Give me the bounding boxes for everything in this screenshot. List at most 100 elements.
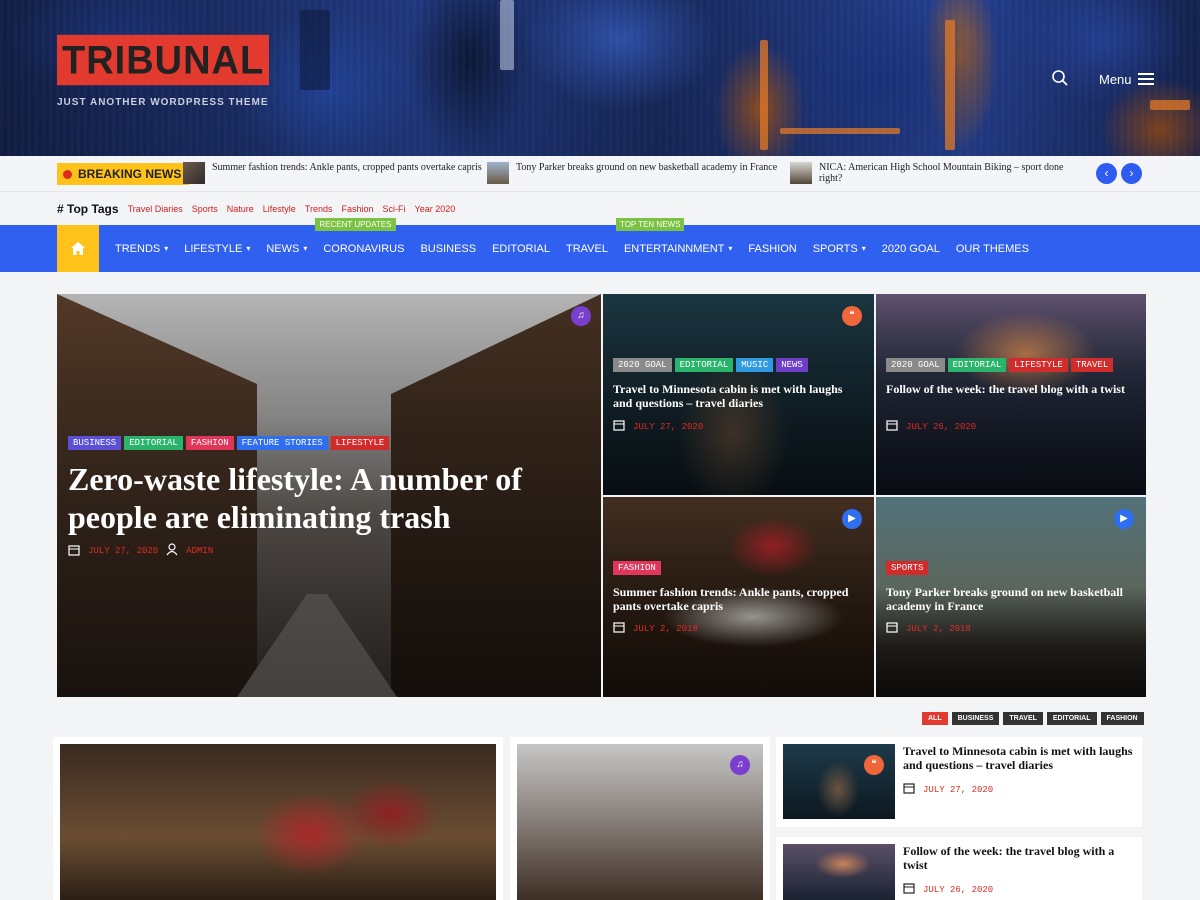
tag-link[interactable]: Lifestyle xyxy=(263,204,296,214)
site-logo[interactable]: TRIBUNAL xyxy=(57,34,270,86)
category-filter-tabs: ALL BUSINESS TRAVEL EDITORIAL FASHION xyxy=(922,712,1144,725)
music-icon: ♫ xyxy=(730,755,750,775)
side-list-title[interactable]: Travel to Minnesota cabin is met with la… xyxy=(903,744,1135,772)
nav-item-entertainnment[interactable]: ENTERTAINNMENT ▾ TOP TEN NEWS xyxy=(615,218,740,272)
chevron-down-icon: ▾ xyxy=(164,244,169,253)
grid-card[interactable]: ▶ FASHION Summer fashion trends: Ankle p… xyxy=(603,497,874,697)
category-tag[interactable]: BUSINESS xyxy=(68,436,122,450)
nav-item-travel[interactable]: TRAVEL xyxy=(558,225,616,272)
card-title[interactable]: Travel to Minnesota cabin is met with la… xyxy=(613,382,853,410)
top-tags-title: # Top Tags xyxy=(57,202,119,216)
calendar-icon xyxy=(68,544,80,559)
breaking-item[interactable]: NICA: American High School Mountain Biki… xyxy=(790,162,1088,184)
tag-link[interactable]: Travel Diaries xyxy=(128,204,183,214)
filter-tab-business[interactable]: BUSINESS xyxy=(951,712,1000,725)
calendar-icon xyxy=(886,621,898,636)
filter-tab-all[interactable]: ALL xyxy=(922,712,948,725)
nav-item-label: SPORTS xyxy=(812,242,858,255)
category-tag[interactable]: FASHION xyxy=(185,436,234,450)
category-tag[interactable]: 2020 GOAL xyxy=(886,358,945,372)
calendar-icon xyxy=(613,621,625,636)
breaking-item[interactable]: Tony Parker breaks ground on new basketb… xyxy=(487,162,787,184)
nav-item-business[interactable]: BUSINESS xyxy=(412,225,484,272)
nav-item-label: NEWS xyxy=(266,242,300,255)
category-tag[interactable]: SPORTS xyxy=(886,561,929,575)
nav-item-coronavirus[interactable]: CORONAVIRUS RECENT UPDATES xyxy=(315,218,412,272)
category-tag[interactable]: EDITORIAL xyxy=(674,358,734,372)
card-title[interactable]: Summer fashion trends: Ankle pants, crop… xyxy=(613,585,853,613)
home-button[interactable] xyxy=(57,225,99,272)
nav-item-label: TRAVEL xyxy=(565,242,608,255)
tag-link[interactable]: Nature xyxy=(227,204,254,214)
quote-icon: ❝ xyxy=(864,755,884,775)
category-tag[interactable]: MUSIC xyxy=(736,358,774,372)
nav-item-2020-goal[interactable]: 2020 GOAL xyxy=(874,225,948,272)
side-list-item[interactable]: Follow of the week: the travel blog with… xyxy=(776,837,1142,900)
post-author[interactable]: ADMIN xyxy=(186,546,213,556)
post-date: JULY 2, 2018 xyxy=(906,623,971,634)
card-title[interactable]: Follow of the week: the travel blog with… xyxy=(886,382,1131,396)
live-dot-icon xyxy=(63,169,72,179)
tag-link[interactable]: Fashion xyxy=(342,204,374,214)
nav-item-label: EDITORIAL xyxy=(492,242,550,255)
category-tag[interactable]: FEATURE STORIES xyxy=(236,436,328,450)
category-tag[interactable]: LIFESTYLE xyxy=(1009,358,1068,372)
post-date: JULY 27, 2020 xyxy=(88,546,159,556)
breaking-news-bar: BREAKING NEWS Summer fashion trends: Ank… xyxy=(0,156,1200,192)
nav-item-label: OUR THEMES xyxy=(955,242,1029,255)
breaking-item[interactable]: Summer fashion trends: Ankle pants, crop… xyxy=(183,162,483,184)
filter-tab-fashion[interactable]: FASHION xyxy=(1100,712,1144,725)
chevron-down-icon: ▾ xyxy=(728,244,733,253)
calendar-icon xyxy=(903,782,915,797)
category-tag[interactable]: LIFESTYLE xyxy=(330,436,390,450)
filter-tab-editorial[interactable]: EDITORIAL xyxy=(1046,712,1097,725)
featured-main-card[interactable]: ♫ BUSINESS EDITORIAL FASHION FEATURE STORIE… xyxy=(57,294,601,697)
category-tag[interactable]: TRAVEL xyxy=(1070,358,1114,372)
nav-item-lifestyle[interactable]: LIFESTYLE ▾ xyxy=(176,225,258,272)
category-list: 2020 GOAL EDITORIAL MUSIC NEWS xyxy=(613,354,811,372)
nav-item-editorial[interactable]: EDITORIAL xyxy=(484,225,558,272)
tag-link[interactable]: Year 2020 xyxy=(415,204,456,214)
category-tag[interactable]: NEWS xyxy=(776,358,808,372)
nav-item-our-themes[interactable]: OUR THEMES xyxy=(948,225,1037,272)
grid-card[interactable]: ❝ 2020 GOAL EDITORIAL MUSIC NEWS Travel to … xyxy=(603,294,874,495)
filter-tab-travel[interactable]: TRAVEL xyxy=(1003,712,1043,725)
menu-button[interactable]: Menu xyxy=(1099,70,1154,88)
search-icon[interactable] xyxy=(1051,69,1069,87)
thumbnail xyxy=(183,162,205,184)
post-card[interactable]: ♫ xyxy=(510,737,770,900)
tag-link[interactable]: Trends xyxy=(305,204,333,214)
post-date: JULY 27, 2020 xyxy=(633,421,704,432)
nav-item-fashion[interactable]: FASHION xyxy=(740,225,804,272)
nav-item-sports[interactable]: SPORTS ▾ xyxy=(805,225,874,272)
category-tag[interactable]: FASHION xyxy=(613,561,661,575)
nav-item-label: LIFESTYLE xyxy=(184,242,243,255)
tag-link[interactable]: Sports xyxy=(192,204,218,214)
nav-badge: TOP TEN NEWS xyxy=(615,218,685,231)
site-tagline: JUST ANOTHER WORDPRESS THEME xyxy=(57,97,269,108)
side-list-item[interactable]: ❝ Travel to Minnesota cabin is met with … xyxy=(776,737,1142,827)
thumbnail xyxy=(790,162,812,184)
menu-label: Menu xyxy=(1099,71,1132,87)
nav-item-label: ENTERTAINNMENT xyxy=(623,242,725,255)
nav-item-trends[interactable]: TRENDS ▾ xyxy=(107,225,176,272)
category-tag[interactable]: EDITORIAL xyxy=(124,436,183,450)
card-title[interactable]: Tony Parker breaks ground on new basketb… xyxy=(886,585,1126,613)
grid-card[interactable]: ▶ SPORTS Tony Parker breaks ground on ne… xyxy=(876,497,1146,697)
grid-card[interactable]: 2020 GOAL EDITORIAL LIFESTYLE TRAVEL Follow… xyxy=(876,294,1146,495)
post-thumbnail xyxy=(783,844,895,900)
next-arrow-button[interactable]: › xyxy=(1121,163,1142,184)
post-date: JULY 2, 2018 xyxy=(633,623,698,634)
post-card[interactable] xyxy=(53,737,503,900)
side-list-title[interactable]: Follow of the week: the travel blog with… xyxy=(903,844,1135,872)
chevron-down-icon: ▾ xyxy=(303,244,308,253)
featured-title[interactable]: Zero-waste lifestyle: A number of people… xyxy=(68,460,578,536)
quote-icon: ❝ xyxy=(842,306,862,326)
category-tag[interactable]: EDITORIAL xyxy=(947,358,1007,372)
video-icon: ▶ xyxy=(1114,509,1134,529)
nav-item-news[interactable]: NEWS ▾ xyxy=(258,225,315,272)
category-tag[interactable]: 2020 GOAL xyxy=(613,358,672,372)
tag-link[interactable]: Sci-Fi xyxy=(383,204,406,214)
category-list: SPORTS xyxy=(886,557,931,575)
prev-arrow-button[interactable]: ‹ xyxy=(1096,163,1117,184)
